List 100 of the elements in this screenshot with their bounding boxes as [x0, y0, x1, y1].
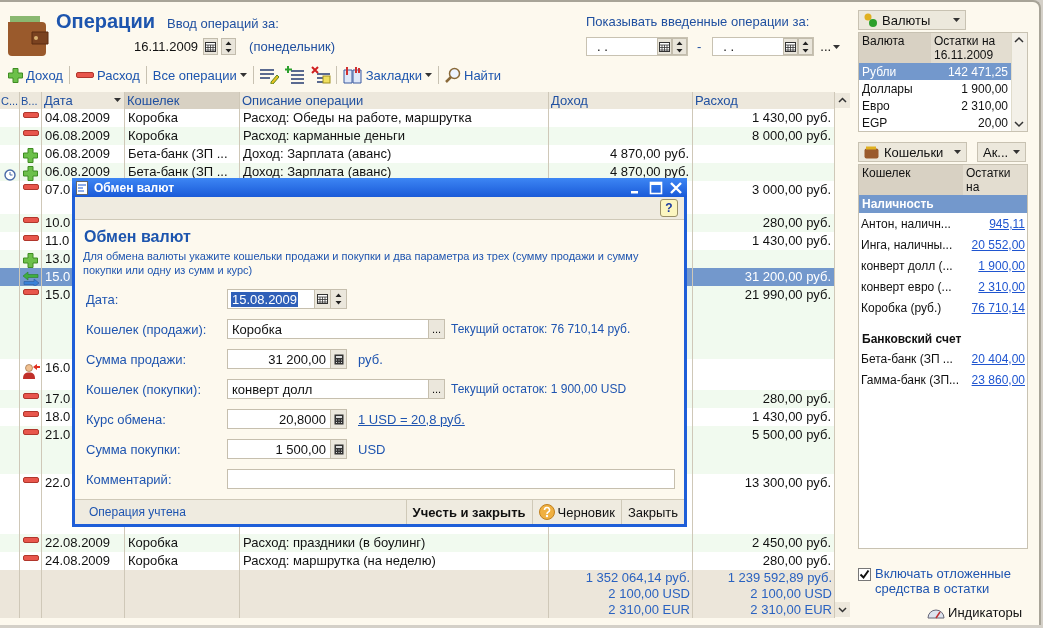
total-amount: 1 239 592,89 руб.: [727, 570, 832, 586]
wallet-group[interactable]: Банковский счет: [859, 330, 1027, 348]
edit-list-icon[interactable]: [258, 66, 279, 84]
unit-label: руб.: [358, 351, 383, 367]
spin-arrows-icon: [225, 39, 233, 54]
wallet-name: конверт евро (...: [861, 279, 952, 294]
wallet-icon: [864, 145, 879, 159]
balance-link[interactable]: 2 310,00: [978, 279, 1025, 294]
balance-note: Текущий остаток: 76 710,14 руб.: [451, 322, 631, 336]
toolbar-button[interactable]: Найти: [441, 67, 506, 83]
balance-link[interactable]: 1 900,00: [978, 258, 1025, 273]
amount-field[interactable]: 20,8000: [227, 409, 347, 429]
wallet-field[interactable]: Коробка ...: [227, 319, 445, 339]
wallet-name: Гамма-банк (ЗП...: [861, 372, 960, 387]
balance-link[interactable]: 945,11: [989, 216, 1025, 231]
balance-link[interactable]: 23 860,00: [971, 372, 1025, 387]
table-row[interactable]: 06.08.2009 Бета-банк (ЗП ... Доход: Зарплата (аванс) 4 870,00 руб.: [0, 145, 835, 163]
column-header[interactable]: Дата: [42, 92, 125, 109]
comment-field[interactable]: [227, 469, 675, 489]
filter-dropdown[interactable]: Ак...: [977, 142, 1026, 162]
wallet-name: конверт долл (...: [861, 258, 953, 273]
total-amount: 2 100,00 USD: [608, 586, 690, 602]
date-field[interactable]: . .: [586, 37, 688, 56]
column-header[interactable]: В...: [20, 92, 42, 109]
scroll-up-icon[interactable]: [835, 93, 850, 108]
total-amount: 2 310,00 EUR: [750, 602, 832, 618]
date-field[interactable]: 15.08.2009: [227, 289, 347, 309]
help-button[interactable]: ?: [660, 199, 678, 218]
filter-label: Показывать введенные операции за:: [586, 14, 810, 29]
calendar-icon: [317, 294, 328, 304]
calculator-icon: [333, 413, 344, 425]
period-menu[interactable]: ...: [820, 39, 841, 54]
table-row[interactable]: 04.08.2009 Коробка Расход: Обеды на работе, маршрутка 1 430,00 руб.: [0, 109, 835, 127]
column-header[interactable]: Доход: [549, 92, 693, 109]
table-row[interactable]: 22.08.2009 Коробка Расход: праздники (в боулинг) 2 450,00 руб.: [0, 534, 835, 552]
caret-icon: [833, 44, 841, 49]
caret-icon: [954, 150, 961, 154]
checkbox[interactable]: [858, 568, 871, 581]
search-icon: [445, 67, 461, 83]
dialog-button[interactable]: Учесть и закрыть: [405, 500, 532, 524]
column-header[interactable]: Кошелек: [125, 92, 240, 109]
weekday-link[interactable]: (понедельник): [249, 39, 336, 54]
balance-link[interactable]: 20 552,00: [971, 237, 1025, 252]
calendar-icon: [785, 41, 797, 52]
column-header[interactable]: Расход: [693, 92, 835, 109]
wallet-name: Бета-банк (ЗП ...: [861, 351, 953, 366]
close-icon[interactable]: [669, 180, 683, 195]
delete-list-icon[interactable]: [310, 66, 331, 84]
range-dash: -: [697, 39, 702, 54]
wallet-icon: [6, 14, 52, 58]
gauge-icon: [927, 606, 946, 619]
scroll-down-icon[interactable]: [835, 602, 850, 617]
currency-row[interactable]: EGP 20,00: [859, 114, 1011, 131]
spin-arrows-icon: [676, 39, 683, 54]
caret-icon: [953, 18, 960, 22]
column-header[interactable]: С...: [0, 92, 20, 109]
balance-link[interactable]: 76 710,14: [971, 300, 1025, 315]
balance-link[interactable]: 20 404,00: [971, 351, 1025, 366]
amount-field[interactable]: 1 500,00: [227, 439, 347, 459]
date-field[interactable]: . .: [712, 37, 815, 56]
calendar-button[interactable]: [203, 38, 219, 55]
amount-field[interactable]: 31 200,00: [227, 349, 347, 369]
table-row[interactable]: 06.08.2009 Бета-банк (ЗП ... Доход: Зарплата (аванс) 4 870,00 руб.: [0, 163, 835, 181]
currency-icon: [864, 12, 877, 28]
check-icon: [859, 569, 870, 580]
spin-button[interactable]: [221, 38, 237, 55]
toolbar-button[interactable]: Доход: [4, 67, 67, 83]
toolbar-button[interactable]: Закладки: [338, 66, 436, 84]
spin-arrows-icon: [802, 39, 810, 54]
currency-dropdown[interactable]: Валюты: [858, 10, 966, 30]
table-row[interactable]: 24.08.2009 Коробка Расход: маршрутка (на неделю) 280,00 руб.: [0, 552, 835, 570]
wallet-name: Коробка (руб.): [861, 300, 942, 315]
indicators-button[interactable]: Индикаторы: [927, 605, 1022, 620]
total-amount: 2 310,00 EUR: [608, 602, 690, 618]
field-label: Дата:: [85, 291, 120, 307]
dialog-button[interactable]: Закрыть: [620, 500, 684, 524]
wallet-field[interactable]: конверт долл ...: [227, 379, 445, 399]
column-header[interactable]: Описание операции: [240, 92, 549, 109]
caret-icon: [425, 73, 432, 77]
wallets-dropdown[interactable]: Кошельки: [858, 142, 967, 162]
checkbox-label[interactable]: Включать отложенные средства в остатки: [875, 566, 1028, 596]
maximize-icon[interactable]: [649, 180, 663, 195]
page-title: Операции: [56, 10, 155, 33]
total-amount: 1 352 064,14 руб.: [585, 570, 690, 586]
add-list-icon[interactable]: [284, 66, 305, 84]
dialog-button[interactable]: Черновик: [531, 500, 621, 524]
currency-row[interactable]: Доллары 1 900,00: [859, 80, 1011, 97]
column-header[interactable]: Кошелек: [859, 165, 963, 195]
book-icon: [342, 66, 363, 84]
sort-arrow-icon: [114, 98, 121, 102]
column-header[interactable]: Остатки на: [963, 165, 1027, 195]
toolbar-button[interactable]: Расход: [71, 67, 144, 83]
rate-link[interactable]: 1 USD = 20,8 руб.: [358, 411, 465, 427]
calendar-icon: [205, 41, 217, 52]
toolbar-button[interactable]: Все операции: [148, 67, 251, 83]
column-header[interactable]: Остатки на 16.11.2009: [931, 33, 1011, 63]
table-row[interactable]: 06.08.2009 Коробка Расход: карманные деньги 8 000,00 руб.: [0, 127, 835, 145]
currency-row[interactable]: Евро 2 310,00: [859, 97, 1011, 114]
column-header[interactable]: Валюта: [859, 33, 931, 63]
spin-arrows-icon: [335, 292, 342, 306]
